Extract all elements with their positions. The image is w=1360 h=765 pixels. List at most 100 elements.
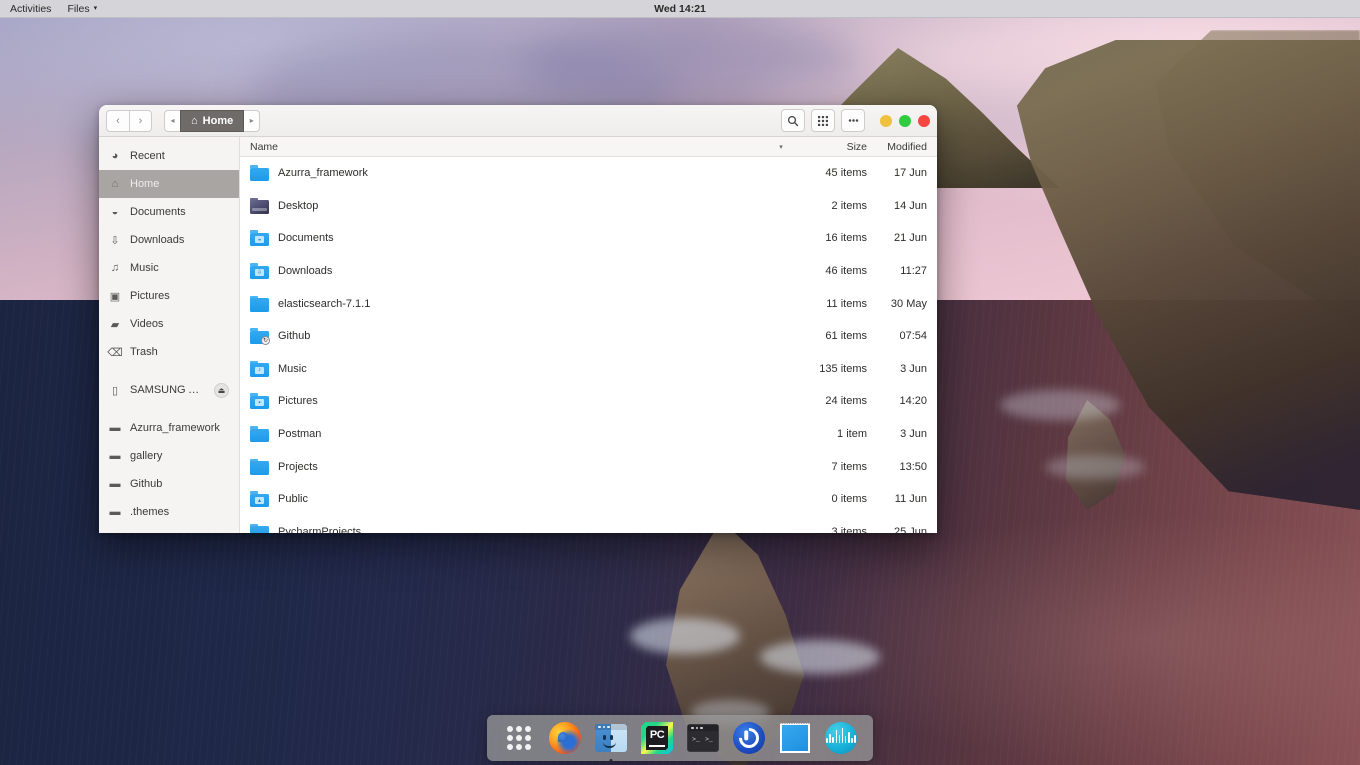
maximize-button[interactable]: [899, 114, 911, 127]
folder-icon: [250, 165, 269, 182]
breadcrumb-label: Home: [202, 114, 234, 127]
column-header-name[interactable]: Name: [240, 141, 773, 153]
sidebar-item-label: Azurra_framework: [130, 422, 220, 434]
deluge-glyph: [733, 722, 765, 754]
folder-icon: ▬: [109, 450, 121, 462]
home-icon: ⌂: [111, 178, 119, 190]
column-header-modified[interactable]: Modified: [867, 141, 937, 153]
table-row[interactable]: Projects 7 items 13:50: [240, 450, 937, 483]
file-size-cell: 61 items: [825, 330, 867, 343]
file-name-label: PycharmProjects: [278, 525, 362, 533]
file-name-label: Music: [278, 362, 307, 375]
sidebar-item-gallery[interactable]: ▬ gallery: [99, 442, 239, 470]
table-row[interactable]: ↻ Github 61 items 07:54: [240, 320, 937, 353]
sidebar-item-videos[interactable]: ▰ Videos: [99, 310, 239, 338]
view-grid-button[interactable]: [811, 109, 835, 132]
sidebar-item-recent[interactable]: ◕ Recent: [99, 142, 239, 170]
close-button[interactable]: [918, 114, 930, 127]
sidebar-item-azurra-framework[interactable]: ▬ Azurra_framework: [99, 414, 239, 442]
table-row[interactable]: ♪ Music 135 items 3 Jun: [240, 353, 937, 386]
file-size-cell: 24 items: [825, 395, 867, 408]
table-row[interactable]: ⇩ Downloads 46 items 11:27: [240, 255, 937, 288]
file-name-cell: PycharmProjects: [240, 523, 789, 533]
file-name-label: elasticsearch-7.1.1: [278, 297, 371, 310]
home-icon: ⌂: [191, 114, 198, 127]
file-name-cell: ↻ Github: [240, 328, 789, 346]
table-row[interactable]: PycharmProjects 3 items 25 Jun: [240, 516, 937, 533]
file-modified-cell: 3 Jun: [900, 428, 927, 441]
file-name-label: Documents: [278, 232, 334, 245]
wallpaper-foam: [630, 618, 740, 654]
sort-indicator-icon[interactable]: ▾: [773, 143, 789, 151]
gnome-top-bar: Activities Files ▾ Wed 14:21: [0, 0, 1360, 18]
clock[interactable]: Wed 14:21: [0, 3, 1360, 15]
audio-editor-icon[interactable]: [823, 720, 859, 756]
eject-icon[interactable]: ⏏: [214, 382, 229, 398]
options-menu-button[interactable]: [841, 109, 865, 132]
table-row[interactable]: elasticsearch-7.1.1 11 items 30 May: [240, 287, 937, 320]
sidebar-item-github[interactable]: ▬ Github: [99, 470, 239, 498]
terminal-icon[interactable]: >_ >_: [685, 720, 721, 756]
app-menu-button[interactable]: Files ▾: [67, 3, 97, 15]
breadcrumb: ◂ ⌂ Home ▸: [164, 109, 261, 132]
sidebar-item-music[interactable]: ♫ Music: [99, 254, 239, 282]
file-size-cell: 2 items: [831, 199, 867, 212]
sidebar-item-thumbs[interactable]: ▬ thumbs: [99, 526, 239, 533]
terminal-prompt: >_: [705, 736, 713, 743]
table-row[interactable]: ▪ Pictures 24 items 14:20: [240, 385, 937, 418]
deluge-icon[interactable]: [731, 720, 767, 756]
forward-button[interactable]: ›: [129, 109, 152, 132]
minimize-button[interactable]: [880, 114, 892, 127]
sidebar-item-pictures[interactable]: ▣ Pictures: [99, 282, 239, 310]
file-name-cell: ▴ Public: [240, 491, 789, 508]
pictures-icon: ▣: [109, 290, 121, 303]
sidebar-item-documents[interactable]: ◒ Documents: [99, 198, 239, 226]
grid-dots-icon: [507, 726, 531, 750]
sidebar-divider: [99, 366, 239, 376]
image-viewer-icon[interactable]: [777, 720, 813, 756]
table-row[interactable]: ◒ Documents 16 items 21 Jun: [240, 222, 937, 255]
table-row[interactable]: Desktop 2 items 14 Jun: [240, 190, 937, 223]
column-header-size[interactable]: Size: [789, 141, 867, 153]
files-icon[interactable]: [593, 720, 629, 762]
video-icon: ▰: [110, 318, 120, 331]
window-controls: [880, 114, 930, 127]
folder-icon: [250, 295, 269, 312]
download-icon: ⇩: [110, 234, 120, 247]
table-row[interactable]: Azurra_framework 45 items 17 Jun: [240, 157, 937, 190]
app-grid-icon[interactable]: [501, 720, 537, 756]
pycharm-icon[interactable]: PC: [639, 720, 675, 756]
search-button[interactable]: [781, 109, 805, 132]
sidebar-item-label: Downloads: [130, 234, 185, 246]
file-name-cell: ♪ Music: [240, 360, 789, 377]
nautilus-glyph: [595, 724, 627, 752]
sidebar-item-themes[interactable]: ▬ .themes: [99, 498, 239, 526]
table-row[interactable]: ▴ Public 0 items 11 Jun: [240, 483, 937, 516]
running-indicator: [609, 759, 613, 762]
sidebar-item-samsung-device[interactable]: ▯ SAMSUNG An… ⏏: [99, 376, 239, 404]
sidebar-item-label: Music: [130, 262, 159, 274]
activities-button[interactable]: Activities: [10, 3, 51, 15]
file-name-cell: Projects: [240, 458, 789, 475]
breadcrumb-scroll-left-icon[interactable]: ◂: [164, 109, 180, 132]
sidebar-item-label: Videos: [130, 318, 164, 330]
back-button[interactable]: ‹: [106, 109, 129, 132]
sidebar-item-downloads[interactable]: ⇩ Downloads: [99, 226, 239, 254]
file-name-label: Postman: [278, 428, 322, 441]
sidebar-item-home[interactable]: ⌂ Home: [99, 170, 239, 198]
table-row[interactable]: Postman 1 item 3 Jun: [240, 418, 937, 451]
folder-icon: [250, 523, 269, 533]
file-size-cell: 135 items: [819, 362, 867, 375]
file-name-label: Github: [278, 330, 311, 343]
sidebar-item-label: Recent: [130, 150, 165, 162]
ellipsis-icon: [848, 119, 858, 122]
breadcrumb-scroll-right-icon[interactable]: ▸: [244, 109, 261, 132]
clock-icon: ◕: [111, 150, 119, 162]
firefox-icon[interactable]: [547, 720, 583, 756]
sidebar-item-trash[interactable]: ⌫ Trash: [99, 338, 239, 366]
sidebar-item-label: Documents: [130, 206, 186, 218]
file-name-cell: ▪ Pictures: [240, 393, 789, 410]
file-size-cell: 11 items: [826, 297, 867, 310]
file-name-cell: ⇩ Downloads: [240, 263, 789, 280]
breadcrumb-item-home[interactable]: ⌂ Home: [180, 109, 245, 132]
